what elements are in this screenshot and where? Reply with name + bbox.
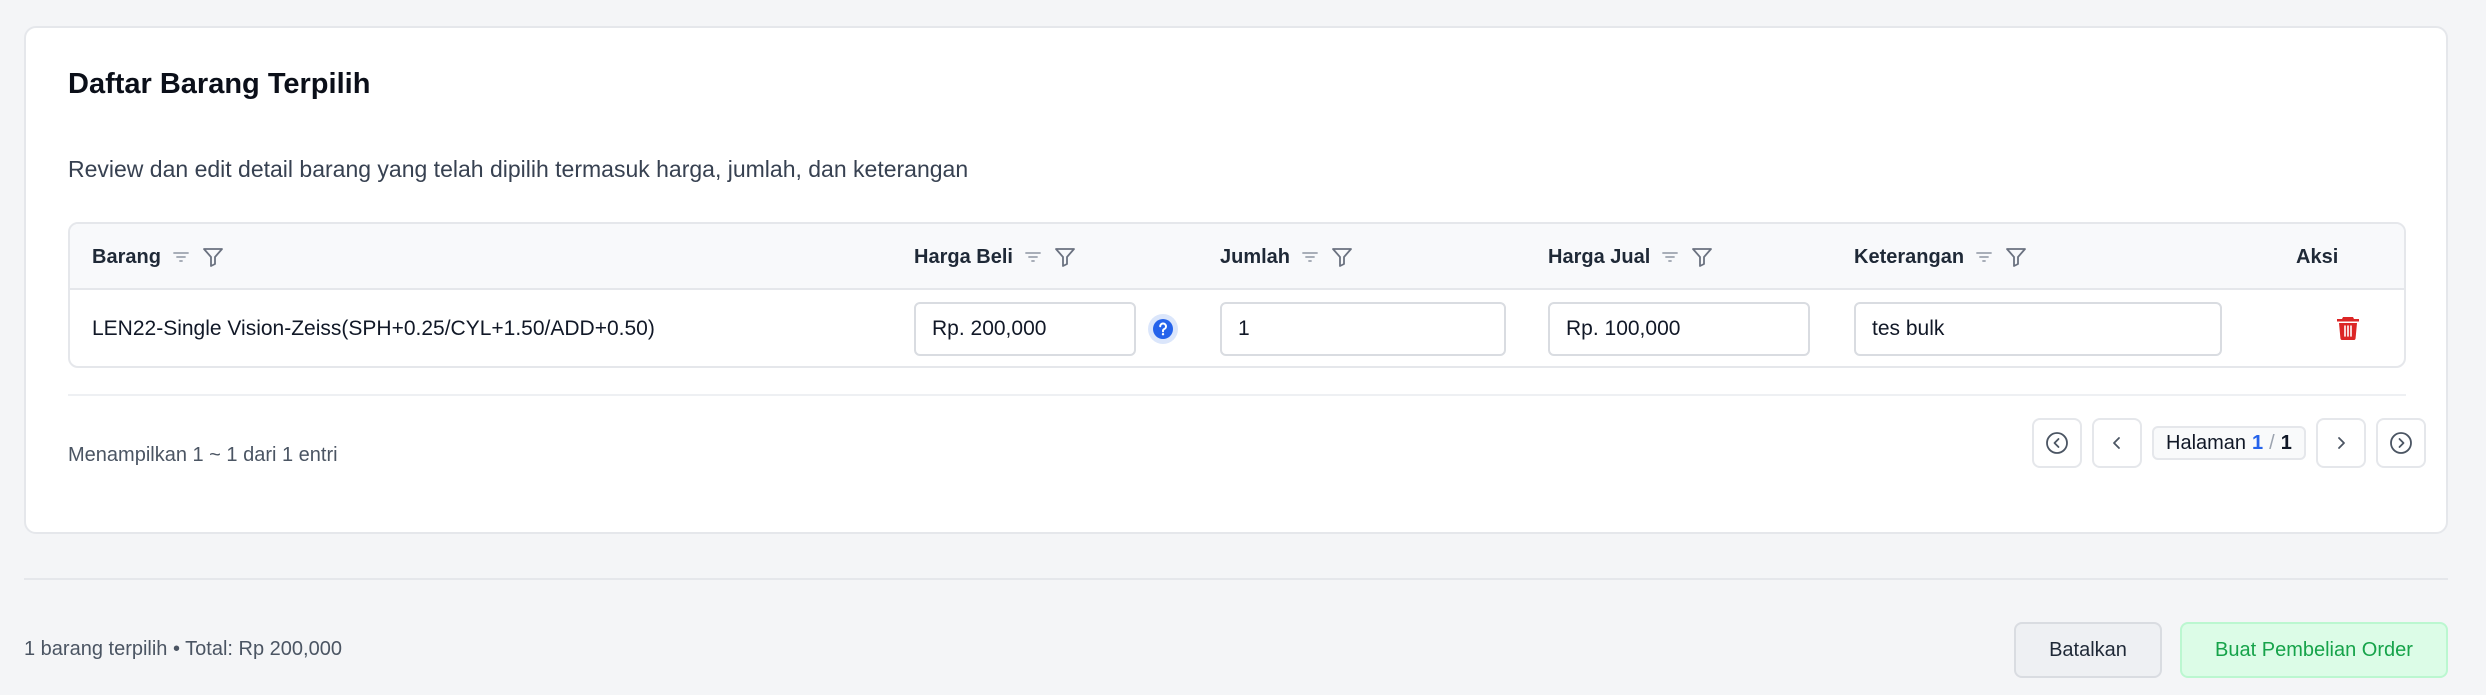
filter-icon[interactable]	[1690, 245, 1714, 269]
sort-icon[interactable]	[1023, 247, 1043, 267]
footer-summary: 1 barang terpilih • Total: Rp 200,000	[24, 638, 342, 660]
column-header-harga-jual: Harga Jual	[1548, 224, 1714, 290]
cell-harga-beli: Rp. 200,000	[914, 290, 1178, 366]
cell-harga-jual: Rp. 100,000	[1548, 290, 1810, 366]
column-header-jumlah: Jumlah	[1220, 224, 1354, 290]
items-table: Barang Harga Beli Jumlah Harga Jual Kete…	[68, 222, 2406, 368]
filter-icon[interactable]	[1053, 245, 1077, 269]
current-page: 1	[2252, 431, 2264, 454]
column-label: Jumlah	[1220, 245, 1291, 268]
page-indicator: Halaman 1 / 1	[2152, 426, 2306, 460]
last-page-icon	[2388, 430, 2414, 456]
table-header: Barang Harga Beli Jumlah Harga Jual Kete…	[70, 224, 2404, 290]
sort-icon[interactable]	[1974, 247, 1994, 267]
trash-icon[interactable]	[2334, 313, 2362, 346]
sort-icon[interactable]	[1660, 247, 1680, 267]
column-header-barang: Barang	[92, 224, 225, 290]
cell-jumlah: 1	[1220, 290, 1506, 366]
pagination: Halaman 1 / 1	[2032, 418, 2426, 468]
column-header-harga-beli: Harga Beli	[914, 224, 1077, 290]
cell-keterangan: tes bulk	[1854, 290, 2222, 366]
entries-info: Menampilkan 1 ~ 1 dari 1 entri	[68, 444, 338, 466]
column-header-aksi: Aksi	[2296, 224, 2338, 290]
column-header-keterangan: Keterangan	[1854, 224, 2028, 290]
section-divider	[68, 394, 2406, 396]
filter-icon[interactable]	[1330, 245, 1354, 269]
first-page-icon	[2044, 430, 2070, 456]
jumlah-input[interactable]: 1	[1220, 302, 1506, 356]
sort-icon[interactable]	[171, 247, 191, 267]
sort-icon[interactable]	[1300, 247, 1320, 267]
cell-barang: LEN22-Single Vision-Zeiss(SPH+0.25/CYL+1…	[92, 290, 655, 366]
harga-beli-input[interactable]: Rp. 200,000	[914, 302, 1136, 356]
harga-jual-input[interactable]: Rp. 100,000	[1548, 302, 1810, 356]
card-description: Review dan edit detail barang yang telah…	[68, 156, 969, 182]
card-title: Daftar Barang Terpilih	[68, 68, 371, 100]
total-pages: 1	[2280, 431, 2292, 454]
filter-icon[interactable]	[201, 245, 225, 269]
page-label: Halaman	[2166, 431, 2247, 454]
create-purchase-order-button[interactable]: Buat Pembelian Order	[2180, 622, 2448, 678]
table-row: LEN22-Single Vision-Zeiss(SPH+0.25/CYL+1…	[70, 290, 2404, 366]
selected-items-card: Daftar Barang Terpilih Review dan edit d…	[24, 26, 2448, 534]
column-label: Harga Jual	[1548, 245, 1651, 268]
column-label: Harga Beli	[914, 245, 1013, 268]
first-page-button[interactable]	[2032, 418, 2082, 468]
column-label: Barang	[92, 245, 161, 268]
footer-divider	[24, 578, 2448, 580]
item-name: LEN22-Single Vision-Zeiss(SPH+0.25/CYL+1…	[92, 317, 655, 340]
column-label: Aksi	[2296, 245, 2339, 268]
prev-page-icon	[2104, 430, 2130, 456]
page-separator: /	[2269, 431, 2275, 454]
prev-page-button[interactable]	[2092, 418, 2142, 468]
cell-aksi	[2334, 290, 2362, 366]
keterangan-input[interactable]: tes bulk	[1854, 302, 2222, 356]
filter-icon[interactable]	[2004, 245, 2028, 269]
last-page-button[interactable]	[2375, 418, 2426, 468]
column-label: Keterangan	[1854, 245, 1965, 268]
next-page-icon	[2328, 430, 2354, 456]
next-page-button[interactable]	[2315, 418, 2366, 468]
help-icon[interactable]	[1148, 314, 1178, 344]
cancel-button[interactable]: Batalkan	[2014, 622, 2162, 678]
